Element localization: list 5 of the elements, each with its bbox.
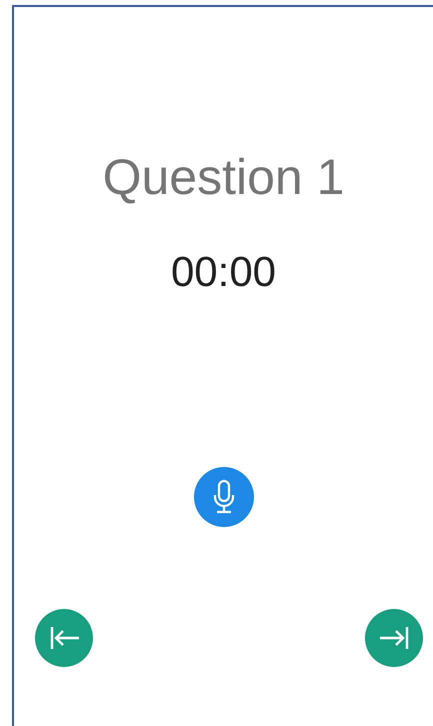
timer: 00:00: [170, 247, 278, 297]
microphone-icon: [213, 480, 234, 514]
question-title: Question 1: [102, 148, 346, 207]
arrow-to-end-icon: [378, 627, 408, 649]
arrow-to-start-icon: [50, 627, 80, 649]
